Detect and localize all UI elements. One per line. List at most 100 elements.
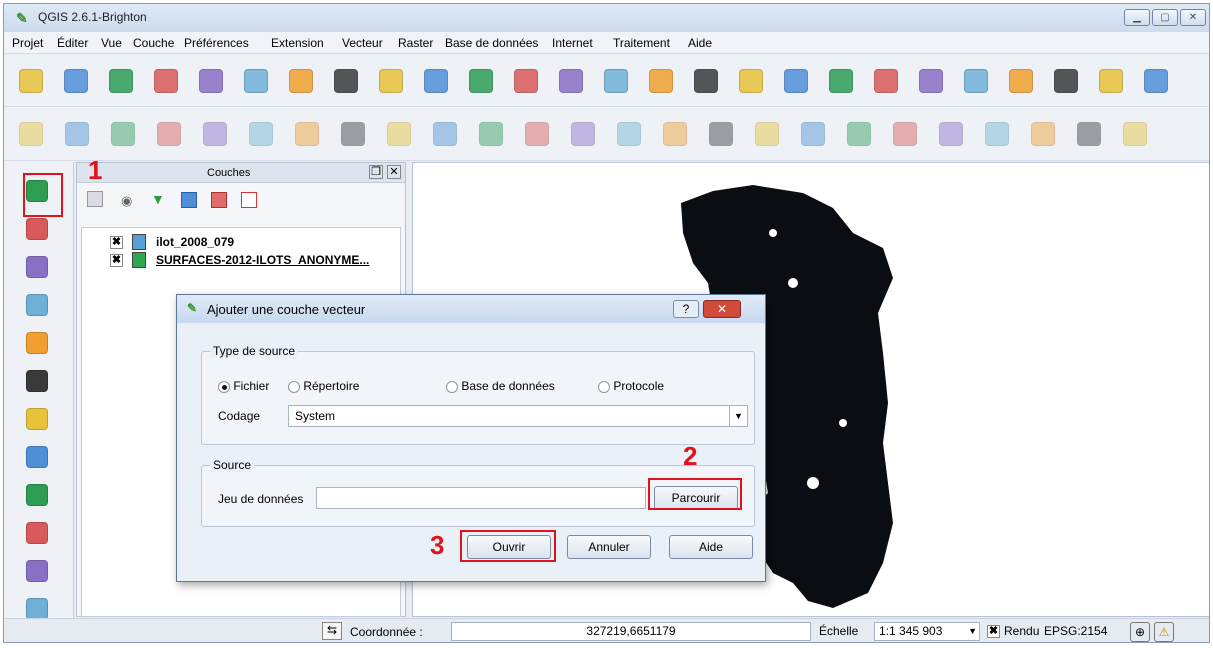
help-button[interactable]: Aide: [669, 535, 753, 559]
zoom-last-icon[interactable]: [691, 66, 721, 96]
radio-fichier[interactable]: Fichier: [218, 379, 269, 393]
menu-editer[interactable]: Éditer: [57, 36, 88, 50]
add-spatialite-layer-icon[interactable]: [22, 290, 52, 320]
add-postgis-layer-icon[interactable]: [22, 252, 52, 282]
close-window-button[interactable]: ✕: [1180, 9, 1206, 26]
add-group-icon[interactable]: [181, 192, 197, 208]
add-wfs-layer-icon[interactable]: [22, 480, 52, 510]
add-raster-layer-icon[interactable]: [22, 214, 52, 244]
new-project-icon[interactable]: [16, 66, 46, 96]
composer-manager-icon[interactable]: [241, 66, 271, 96]
messages-warning-icon[interactable]: ⚠: [1154, 622, 1174, 642]
radio-base-de-donnees[interactable]: Base de données: [446, 379, 555, 393]
toggle-extents-icon[interactable]: ⇆: [322, 622, 342, 640]
zoom-in-icon[interactable]: [421, 66, 451, 96]
crs-label[interactable]: EPSG:2154: [1044, 624, 1107, 638]
menu-vecteur[interactable]: Vecteur: [342, 36, 383, 50]
menu-raster[interactable]: Raster: [398, 36, 433, 50]
add-part-icon[interactable]: [660, 119, 690, 149]
menu-internet[interactable]: Internet: [552, 36, 593, 50]
statistics-icon[interactable]: [1096, 66, 1126, 96]
menu-vue[interactable]: Vue: [101, 36, 122, 50]
identify-icon[interactable]: [826, 66, 856, 96]
deselect-icon[interactable]: [961, 66, 991, 96]
menu-projet[interactable]: Projet: [12, 36, 43, 50]
add-wcs-layer-icon[interactable]: [22, 442, 52, 472]
cut-features-icon[interactable]: [338, 119, 368, 149]
merge-features-icon[interactable]: [1028, 119, 1058, 149]
crs-globe-icon[interactable]: ⊕: [1130, 622, 1150, 642]
add-oracle-layer-icon[interactable]: [22, 366, 52, 396]
add-wms-layer-icon[interactable]: [22, 404, 52, 434]
expand-all-icon[interactable]: [87, 191, 103, 207]
add-layer-icon[interactable]: [211, 192, 227, 208]
paste-features-icon[interactable]: [430, 119, 460, 149]
simplify-icon[interactable]: [568, 119, 598, 149]
rotate-point-symbols-icon[interactable]: [1120, 119, 1150, 149]
zoom-out-icon[interactable]: [466, 66, 496, 96]
run-feature-action-icon[interactable]: [871, 66, 901, 96]
zoom-to-selection-icon[interactable]: [601, 66, 631, 96]
add-delimited-text-icon[interactable]: [22, 556, 52, 586]
move-feature-icon[interactable]: [200, 119, 230, 149]
merge-attributes-icon[interactable]: [1074, 119, 1104, 149]
minimize-button[interactable]: ▁: [1124, 9, 1150, 26]
menu-aide[interactable]: Aide: [688, 36, 712, 50]
add-feature-icon[interactable]: [154, 119, 184, 149]
radio-protocole[interactable]: Protocole: [598, 379, 664, 393]
more-icon[interactable]: [22, 518, 52, 548]
dataset-input[interactable]: [316, 487, 646, 509]
cancel-button[interactable]: Annuler: [567, 535, 651, 559]
maximize-button[interactable]: ▢: [1152, 9, 1178, 26]
current-edits-icon[interactable]: [16, 119, 46, 149]
refresh-icon[interactable]: [781, 66, 811, 96]
zoom-next-icon[interactable]: [736, 66, 766, 96]
new-print-composer-icon[interactable]: [196, 66, 226, 96]
measure-icon[interactable]: [1141, 66, 1171, 96]
menu-base-de-donnees[interactable]: Base de données: [445, 36, 538, 50]
help-icon[interactable]: ?: [673, 300, 699, 318]
copy-features-icon[interactable]: [384, 119, 414, 149]
coordinate-field[interactable]: 327219,6651179: [451, 622, 811, 641]
redo-icon[interactable]: [522, 119, 552, 149]
touch-zoom-icon[interactable]: [286, 66, 316, 96]
zoom-native-icon[interactable]: [511, 66, 541, 96]
add-ring-icon[interactable]: [614, 119, 644, 149]
pan-icon[interactable]: [331, 66, 361, 96]
reshape-icon[interactable]: [844, 119, 874, 149]
save-project-icon[interactable]: [106, 66, 136, 96]
zoom-full-icon[interactable]: [556, 66, 586, 96]
menu-traitement[interactable]: Traitement: [613, 36, 670, 50]
visibility-icon[interactable]: ◉: [121, 193, 132, 209]
offset-curve-icon[interactable]: [890, 119, 920, 149]
layer-row[interactable]: ✖ ilot_2008_079: [110, 234, 400, 252]
zoom-to-layer-icon[interactable]: [646, 66, 676, 96]
render-checkbox[interactable]: ✖: [987, 625, 1000, 638]
split-parts-icon[interactable]: [982, 119, 1012, 149]
field-calculator-icon[interactable]: [1006, 66, 1036, 96]
encoding-select[interactable]: System ▼: [288, 405, 748, 427]
delete-ring-icon[interactable]: [752, 119, 782, 149]
split-features-icon[interactable]: [936, 119, 966, 149]
toggle-editing-icon[interactable]: [62, 119, 92, 149]
close-icon[interactable]: ✕: [703, 300, 741, 318]
select-feature-icon[interactable]: [916, 66, 946, 96]
radio-repertoire[interactable]: Répertoire: [288, 379, 359, 393]
pan-to-selection-icon[interactable]: [376, 66, 406, 96]
save-as-icon[interactable]: [151, 66, 181, 96]
fill-ring-icon[interactable]: [706, 119, 736, 149]
save-edits-icon[interactable]: [108, 119, 138, 149]
scale-combo[interactable]: 1:1 345 903 ▼: [874, 622, 980, 641]
layer-visibility-checkbox[interactable]: ✖: [110, 254, 123, 267]
open-project-icon[interactable]: [61, 66, 91, 96]
remove-layer-icon[interactable]: [241, 192, 257, 208]
attribute-table-icon[interactable]: [1051, 66, 1081, 96]
menu-couche[interactable]: Couche: [133, 36, 174, 50]
delete-part-icon[interactable]: [798, 119, 828, 149]
node-tool-icon[interactable]: [246, 119, 276, 149]
filter-legend-icon[interactable]: ▼: [151, 191, 165, 207]
layer-visibility-checkbox[interactable]: ✖: [110, 236, 123, 249]
add-mssql-layer-icon[interactable]: [22, 328, 52, 358]
menu-extension[interactable]: Extension: [271, 36, 324, 50]
float-panel-icon[interactable]: ❐: [369, 165, 383, 179]
